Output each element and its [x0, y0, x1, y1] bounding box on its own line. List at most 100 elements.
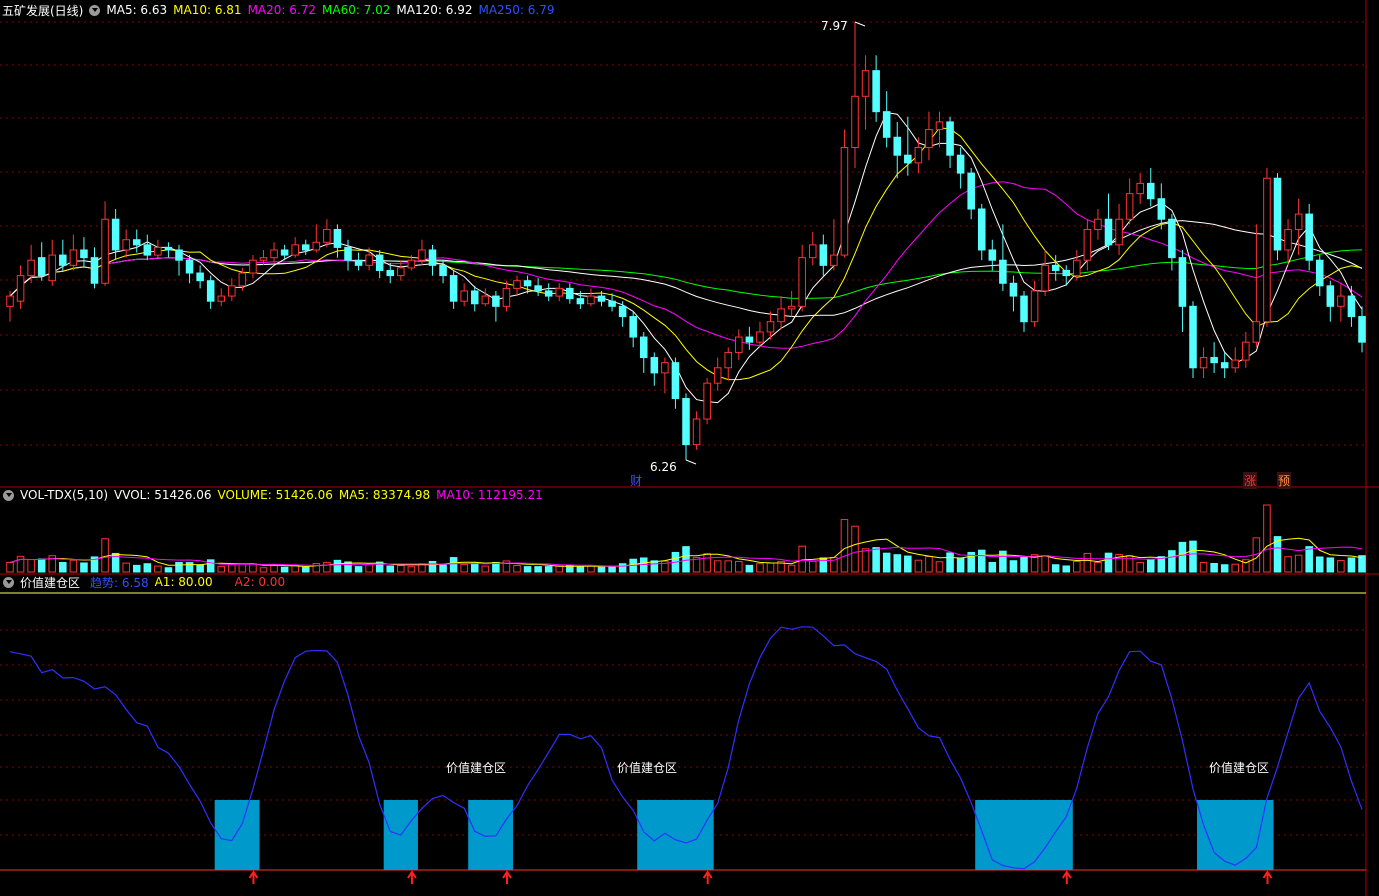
candle-body [1273, 177, 1282, 251]
volume-bar [249, 563, 257, 573]
candle-body [449, 275, 458, 302]
volume-bar [808, 560, 817, 573]
value-zone-bar [468, 800, 513, 870]
volume-bar [69, 559, 78, 573]
candle-body [37, 257, 46, 277]
candle-body [301, 244, 310, 251]
forecast-marker[interactable]: 预 [1277, 472, 1292, 489]
candle-body [1020, 295, 1028, 323]
volume-bar [576, 566, 585, 573]
volume-bar [1136, 561, 1144, 573]
volume-bar [439, 563, 447, 573]
volume-bar [766, 562, 775, 573]
volume-bar [270, 564, 278, 573]
candle-body [1178, 257, 1187, 307]
candle-body [481, 295, 490, 305]
candle-body [344, 246, 352, 261]
candle-body [1073, 259, 1081, 277]
candle-body [904, 154, 912, 164]
volume-bar [228, 563, 236, 573]
candle-body [270, 249, 278, 259]
candle-body [798, 257, 806, 307]
volume-bar [914, 559, 923, 573]
candle-body [534, 285, 542, 292]
candle-body [1305, 213, 1313, 261]
candle-body [1146, 182, 1155, 200]
volume-bar [312, 563, 321, 573]
volume-bar [703, 553, 711, 573]
buy-arrow-icon [1061, 870, 1072, 884]
candle-body [1115, 218, 1123, 246]
candle-body [154, 246, 162, 256]
candle-body [618, 305, 627, 318]
low-price-label: 6.26 [650, 460, 677, 474]
low-pointer [685, 459, 697, 465]
ma120-line [9, 220, 1363, 318]
volume-bar [407, 566, 416, 573]
volume-bar [196, 564, 204, 573]
volume-bar [1168, 550, 1176, 573]
candle-body [1242, 341, 1250, 361]
candle-body [333, 228, 342, 248]
volume-bar [872, 547, 880, 573]
candle-body [1051, 264, 1060, 271]
candle-body [861, 70, 870, 97]
candle-body [671, 362, 680, 400]
candle-body [354, 259, 363, 266]
volume-bar [1210, 562, 1218, 573]
candle-body [90, 257, 99, 284]
candle-body [587, 295, 595, 305]
volume-bar [460, 563, 468, 573]
candle-body [1094, 218, 1102, 230]
value-zone-bar [637, 800, 714, 870]
candle-body [1263, 177, 1271, 323]
candle-body [101, 218, 109, 284]
high-price-label: 7.97 [821, 19, 848, 33]
candle-body [69, 249, 78, 266]
candle-body [1189, 305, 1197, 369]
buy-arrow-icon [502, 870, 512, 884]
candle-body [27, 259, 35, 277]
volume-bar [238, 563, 247, 573]
candle-body [787, 305, 796, 310]
candle-body [566, 287, 574, 300]
volume-bar [37, 558, 46, 573]
candle-body [1199, 357, 1208, 369]
volume-bar [787, 564, 796, 573]
candle-body [16, 275, 25, 302]
candle-body [597, 295, 606, 302]
zone-label-2: 价值建仓区 [617, 761, 678, 775]
financial-report-marker[interactable]: 财 [630, 472, 642, 489]
volume-bar [16, 555, 25, 573]
candle-body [977, 208, 986, 251]
stock-chart[interactable] [0, 0, 1379, 896]
volume-bar [333, 559, 342, 573]
volume-bar [840, 519, 849, 573]
candle-body [439, 264, 447, 277]
candle-body [692, 418, 701, 446]
volume-bar [904, 555, 912, 573]
volume-bar [1083, 552, 1092, 573]
candle-body [999, 259, 1007, 284]
candle-body [1041, 264, 1049, 292]
candle-body [1125, 193, 1134, 220]
volume-bar [851, 525, 859, 573]
candle-body [608, 300, 616, 307]
limit-up-marker[interactable]: 涨 [1243, 472, 1258, 489]
ma10-line [9, 127, 1363, 381]
candle-body [175, 249, 183, 261]
volume-bar [745, 564, 754, 573]
candle-body [1168, 218, 1176, 259]
volume-bar [6, 561, 14, 573]
volume-bar [122, 562, 130, 573]
candle-body [386, 269, 395, 277]
volume-bar [1189, 540, 1197, 573]
candle-body [935, 121, 944, 131]
volume-bar [59, 561, 67, 573]
candle-body [185, 259, 194, 274]
value-zone-bar [975, 800, 1073, 870]
volume-bar [1062, 565, 1071, 573]
candle-body [576, 298, 585, 305]
volume-bar [1051, 564, 1060, 573]
volume-bar [1220, 564, 1229, 573]
